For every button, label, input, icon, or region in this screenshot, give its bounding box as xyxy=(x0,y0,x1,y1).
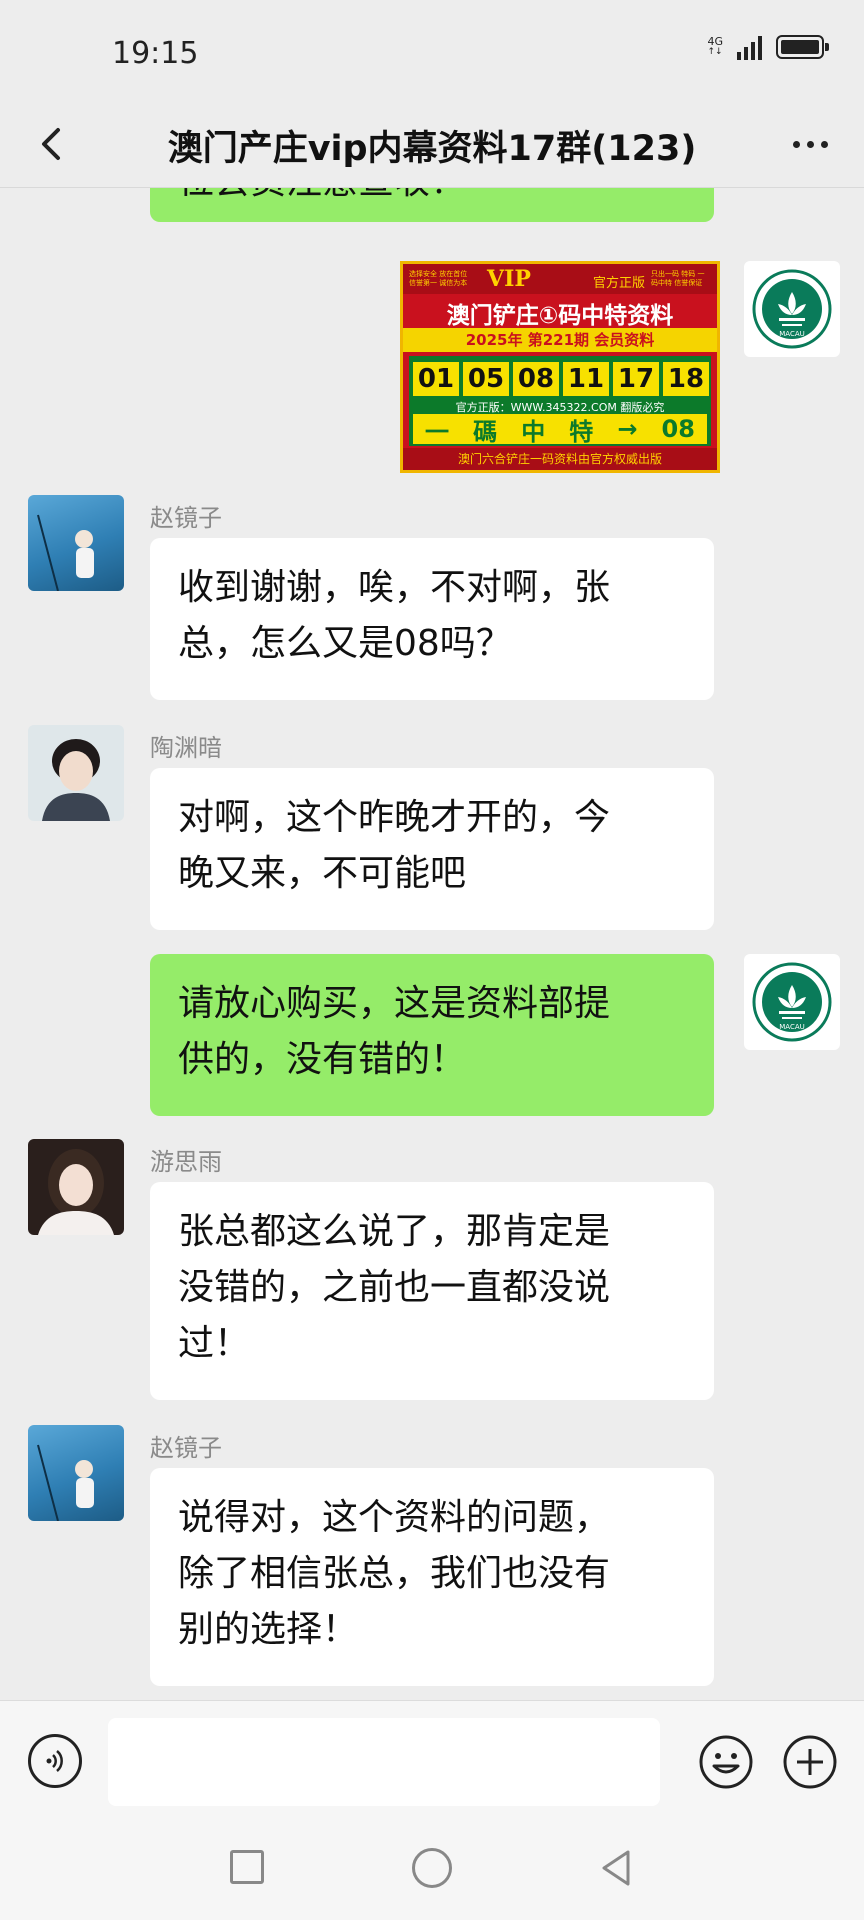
poster-title: 澳门铲庄①码中特资料 xyxy=(446,303,674,329)
poster-number-panel: 01 05 08 11 17 18 官方正版：WWW.345322.COM 翻版… xyxy=(409,356,711,446)
macau-emblem-icon: MACAU xyxy=(752,962,832,1042)
message-input[interactable] xyxy=(108,1718,660,1806)
status-bar: 19:15 4G ↑↓ xyxy=(0,0,864,100)
poster-number: 08 xyxy=(513,362,559,396)
message-bubble-outgoing[interactable]: 请放心购买，这是资料部提 供的，没有错的！ xyxy=(150,954,714,1116)
lottery-poster-image[interactable]: 选择安全 放在首位 信誉第一 诚信为本 VIP 官方正版 只出一码 特码 一码中… xyxy=(400,261,720,473)
sender-name: 陶渊暗 xyxy=(150,734,222,762)
avatar-photo xyxy=(38,1149,114,1235)
message-bubble-incoming[interactable]: 说得对，这个资料的问题， 除了相信张总，我们也没有 别的选择！ xyxy=(150,1468,714,1686)
avatar[interactable] xyxy=(28,725,124,821)
poster-issue-line: 2025年 第221期 会员资料 xyxy=(403,328,717,352)
svg-text:MACAU: MACAU xyxy=(779,330,805,338)
system-navigation-bar xyxy=(0,1820,864,1920)
message-list[interactable]: 位会员注意查收！ 选择安全 放在首位 信誉第一 诚信为本 VIP 官方正版 只出… xyxy=(0,188,864,1700)
chat-header: 澳门产庄vip内幕资料17群(123) xyxy=(0,100,864,188)
poster-number: 11 xyxy=(563,362,609,396)
message-bubble-incoming[interactable]: 收到谢谢，唉，不对啊，张 总，怎么又是08吗？ xyxy=(150,538,714,700)
voice-input-button[interactable] xyxy=(28,1734,82,1788)
svg-text:MACAU: MACAU xyxy=(779,1023,805,1031)
avatar-photo xyxy=(37,514,94,591)
avatar[interactable] xyxy=(28,495,124,591)
home-icon[interactable] xyxy=(412,1848,452,1888)
poster-number: 18 xyxy=(663,362,709,396)
status-time: 19:15 xyxy=(112,36,199,71)
poster-number: 05 xyxy=(463,362,509,396)
poster-slogan-left: 选择安全 放在首位 信誉第一 诚信为本 xyxy=(409,270,468,287)
poster-website: 官方正版：WWW.345322.COM 翻版必究 xyxy=(455,401,665,414)
poster-official-label: 官方正版 xyxy=(593,276,646,291)
network-indicator: 4G ↑↓ xyxy=(707,35,723,57)
poster-footer: 澳门六合铲庄一码资料由官方权威出版 xyxy=(403,448,717,470)
avatar[interactable] xyxy=(28,1139,124,1235)
message-bubble-incoming[interactable]: 对啊，这个昨晚才开的，今 晚又来，不可能吧 xyxy=(150,768,714,930)
sender-name: 赵镜子 xyxy=(150,1434,222,1462)
poster-number: 01 xyxy=(413,362,459,396)
system-back-icon[interactable] xyxy=(596,1848,636,1888)
recent-apps-icon[interactable] xyxy=(230,1850,264,1884)
avatar-photo xyxy=(42,739,110,821)
self-avatar[interactable]: MACAU xyxy=(744,261,840,357)
message-bubble-incoming[interactable]: 张总都这么说了，那肯定是 没错的，之前也一直都没说 过！ xyxy=(150,1182,714,1400)
voice-icon xyxy=(46,1750,63,1772)
signal-icon xyxy=(737,34,762,60)
status-icons: 4G ↑↓ xyxy=(707,34,829,60)
chat-title: 澳门产庄vip内幕资料17群(123) xyxy=(167,129,697,169)
avatar-photo xyxy=(37,1444,94,1521)
sender-name: 赵镜子 xyxy=(150,504,222,532)
macau-emblem-icon: MACAU xyxy=(752,269,832,349)
poster-number: 17 xyxy=(613,362,659,396)
message-bubble-outgoing[interactable]: 位会员注意查收！ xyxy=(150,188,714,222)
battery-icon xyxy=(776,35,829,59)
input-bar xyxy=(0,1700,864,1820)
poster-vip-label: VIP xyxy=(487,266,531,292)
plus-button-icon[interactable] xyxy=(782,1734,838,1790)
self-avatar[interactable]: MACAU xyxy=(744,954,840,1050)
avatar[interactable] xyxy=(28,1425,124,1521)
sender-name: 游思雨 xyxy=(150,1148,222,1176)
poster-highlight-line: 一 碼 中 特 → 08 xyxy=(413,414,707,446)
more-options-icon[interactable] xyxy=(782,120,838,168)
poster-slogan-right: 只出一码 特码 一码中特 信誉保证 xyxy=(651,270,705,287)
emoji-button-icon[interactable] xyxy=(698,1734,754,1790)
